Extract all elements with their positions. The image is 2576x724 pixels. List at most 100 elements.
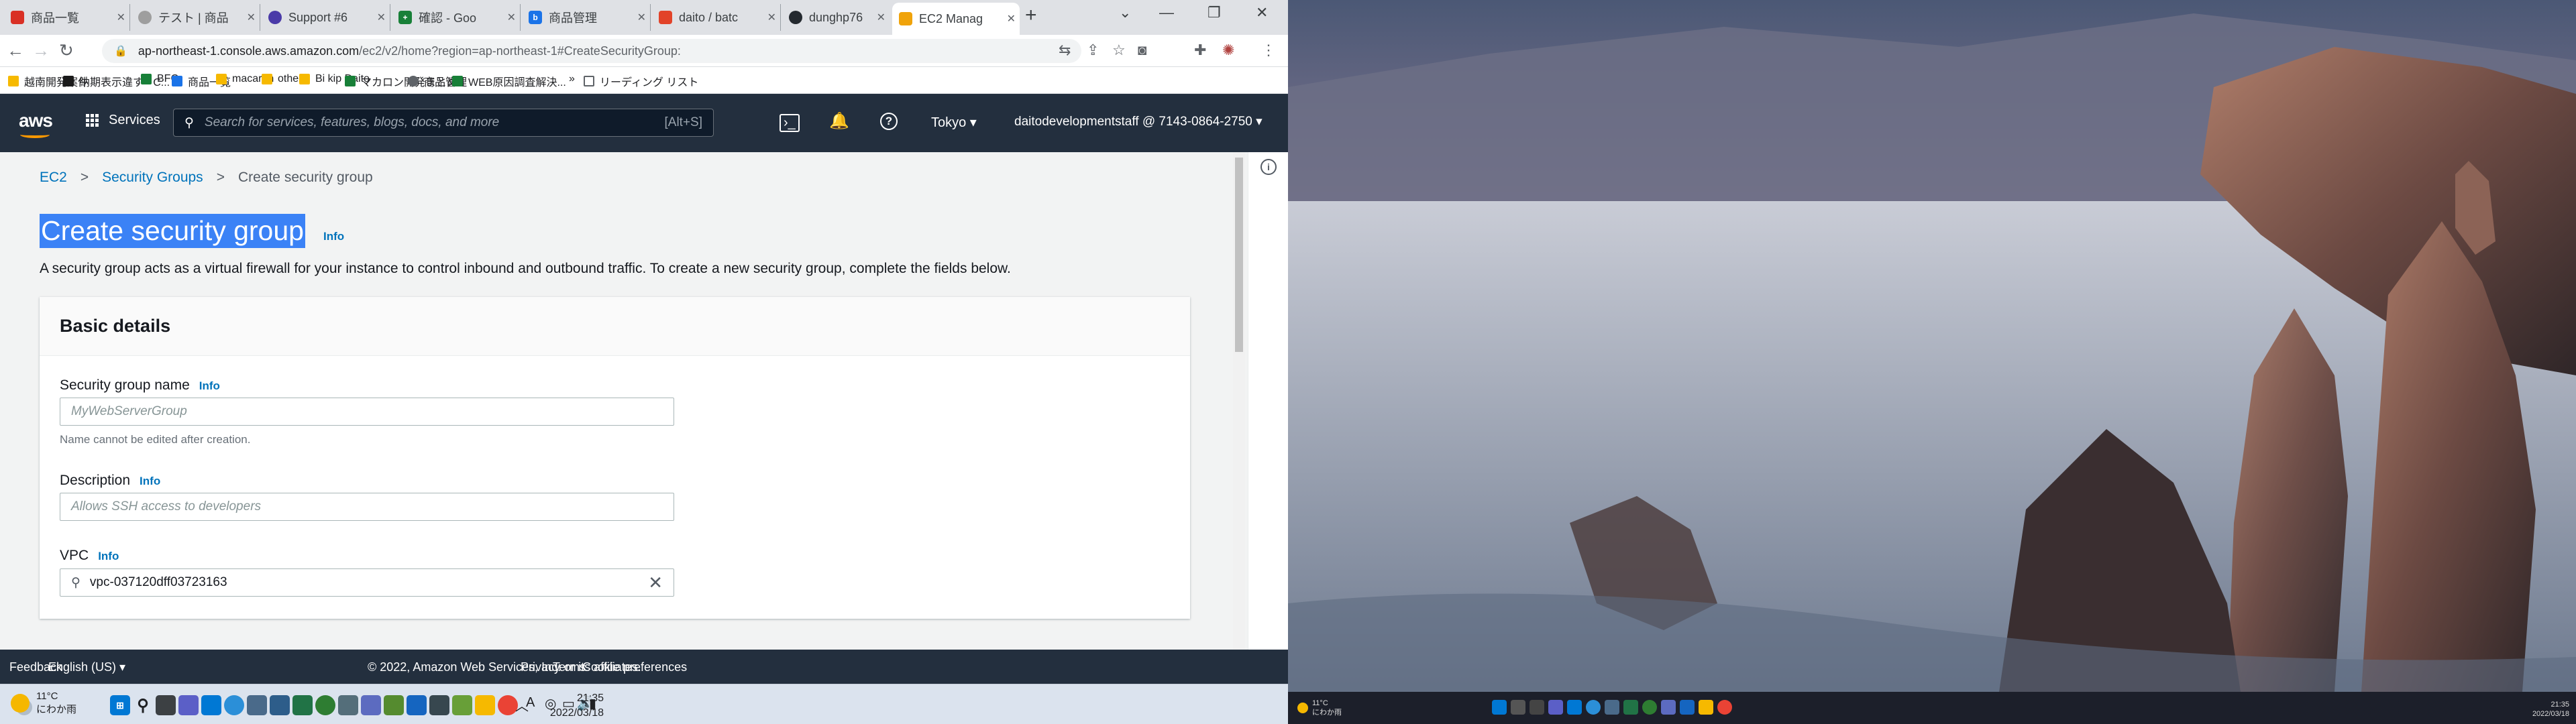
content-panel: EC2 > Security Groups > Create security … <box>0 152 1233 650</box>
close-tab-icon[interactable]: ✕ <box>247 11 256 24</box>
vpc-info-link[interactable]: Info <box>98 550 119 562</box>
weather-widget-secondary[interactable]: 11°C にわか雨 <box>1297 699 1342 718</box>
console-search-input[interactable]: ⚲ Search for services, features, blogs, d… <box>173 109 714 137</box>
file-explorer-icon[interactable] <box>475 695 495 715</box>
app-icon[interactable] <box>1605 700 1619 715</box>
app-icon[interactable] <box>361 695 381 715</box>
file-explorer-icon[interactable] <box>1699 700 1713 715</box>
security-group-name-input[interactable]: MyWebServerGroup <box>60 398 674 426</box>
lock-icon[interactable]: 🔒 <box>114 44 127 58</box>
tab-6[interactable]: daito / batc ✕ <box>652 4 781 31</box>
description-input[interactable]: Allows SSH access to developers <box>60 493 674 521</box>
app-icon[interactable] <box>429 695 449 715</box>
minimize-icon[interactable]: — <box>1159 4 1174 21</box>
restore-icon[interactable]: ❐ <box>1208 4 1221 21</box>
reload-icon[interactable]: ↻ <box>59 40 74 61</box>
description-info-link[interactable]: Info <box>140 475 160 487</box>
forward-icon[interactable]: → <box>32 40 50 61</box>
excel-icon[interactable] <box>292 695 313 715</box>
services-menu-button[interactable]: Services <box>86 113 160 128</box>
chat-teams-icon[interactable] <box>178 695 199 715</box>
tab-4[interactable]: + 確認 - Goo ✕ <box>392 4 521 31</box>
translate-icon[interactable]: ⇆ <box>1059 42 1071 59</box>
tab-search-icon[interactable]: ⌄ <box>1119 4 1131 21</box>
tab-2[interactable]: テスト | 商品 ✕ <box>131 4 260 31</box>
menu-kebab-icon[interactable]: ⋮ <box>1261 42 1276 59</box>
url-host: ap-northeast-1.console.aws.amazon.com <box>138 44 360 58</box>
bookmark-6[interactable]: other <box>262 73 302 85</box>
sheets-icon: + <box>398 11 412 24</box>
edge-browser-icon[interactable] <box>224 695 244 715</box>
close-tab-icon[interactable]: ✕ <box>877 11 885 24</box>
bookmark-10[interactable]: WEB原因調査解決... <box>452 73 566 89</box>
excel-icon[interactable] <box>1623 700 1638 715</box>
start-windows-icon[interactable]: ⊞ <box>110 695 130 715</box>
close-tab-icon[interactable]: ✕ <box>507 11 516 24</box>
reading-list-button[interactable]: リーディング リスト <box>584 73 698 89</box>
secondary-clock[interactable]: 21:35 2022/03/18 <box>2532 700 2569 719</box>
app-icon[interactable] <box>384 695 404 715</box>
maps-pin-icon[interactable] <box>407 695 427 715</box>
app-icon[interactable] <box>338 695 358 715</box>
weather-widget[interactable]: 11°C にわか雨 <box>11 690 76 716</box>
edge-browser-icon[interactable] <box>1586 700 1601 715</box>
camera-extension-icon[interactable]: ◙ <box>1138 42 1146 59</box>
close-tab-icon[interactable]: ✕ <box>1007 12 1016 25</box>
cloudshell-icon[interactable]: ›_ <box>780 114 800 132</box>
clear-icon[interactable]: ✕ <box>648 572 663 593</box>
breadcrumb-security-groups-link[interactable]: Security Groups <box>102 170 203 186</box>
app-icon[interactable] <box>270 695 290 715</box>
tab-7[interactable]: dunghp76 ✕ <box>782 4 890 31</box>
vscode-icon[interactable] <box>1567 700 1582 715</box>
region-selector[interactable]: Tokyo ▾ <box>931 114 977 131</box>
app-icon[interactable] <box>1661 700 1676 715</box>
share-icon[interactable]: ⇪ <box>1087 42 1099 59</box>
extensions-icon[interactable]: ✚ <box>1194 42 1206 59</box>
aws-logo[interactable]: aws <box>19 110 53 138</box>
vscode-icon[interactable] <box>201 695 221 715</box>
task-view-icon[interactable] <box>156 695 176 715</box>
maps-pin-icon[interactable] <box>1680 700 1695 715</box>
ime-indicator[interactable]: A <box>526 695 535 711</box>
tab-1[interactable]: 商品一覧 ✕ <box>4 4 130 31</box>
clock-time: 21:35 <box>576 692 604 704</box>
search-icon[interactable] <box>1511 700 1525 715</box>
terms-link[interactable]: Terms <box>553 660 586 674</box>
app-icon[interactable] <box>1642 700 1657 715</box>
url-field[interactable]: 🔒 ap-northeast-1.console.aws.amazon.com /… <box>102 39 1081 63</box>
task-view-icon[interactable] <box>1529 700 1544 715</box>
start-windows-icon[interactable] <box>1492 700 1507 715</box>
help-icon[interactable]: ? <box>880 113 898 130</box>
page-scrollbar[interactable] <box>1233 152 1245 650</box>
close-tab-icon[interactable]: ✕ <box>637 11 646 24</box>
breadcrumb-ec2-link[interactable]: EC2 <box>40 170 67 186</box>
close-tab-icon[interactable]: ✕ <box>117 11 125 24</box>
scrollbar-thumb[interactable] <box>1235 158 1243 352</box>
back-icon[interactable]: ← <box>7 40 24 61</box>
tab-5[interactable]: b 商品管理 ✕ <box>522 4 651 31</box>
window-close-icon[interactable]: ✕ <box>1256 4 1268 21</box>
app-icon[interactable] <box>247 695 267 715</box>
new-tab-icon[interactable]: + <box>1025 5 1037 25</box>
more-bookmarks-button[interactable]: » <box>569 73 575 85</box>
app-icon[interactable] <box>452 695 472 715</box>
name-info-link[interactable]: Info <box>199 379 220 392</box>
app-icon[interactable] <box>315 695 335 715</box>
account-menu[interactable]: daitodevelopmentstaff @ 7143-0864-2750 ▾ <box>1014 114 1263 129</box>
close-tab-icon[interactable]: ✕ <box>767 11 776 24</box>
chrome-icon[interactable] <box>1717 700 1732 715</box>
bookmark-star-icon[interactable]: ☆ <box>1112 42 1126 59</box>
tab-3[interactable]: Support #6 ✕ <box>262 4 390 31</box>
cookie-preferences-link[interactable]: Cookie preferences <box>582 660 687 674</box>
close-tab-icon[interactable]: ✕ <box>377 11 386 24</box>
profile-avatar-icon[interactable]: ✺ <box>1222 42 1234 59</box>
title-info-link[interactable]: Info <box>323 230 344 243</box>
chat-teams-icon[interactable] <box>1548 700 1563 715</box>
tab-8-active[interactable]: EC2 Manag ✕ <box>892 3 1020 35</box>
language-selector[interactable]: English (US) ▾ <box>48 660 125 674</box>
notifications-bell-icon[interactable]: 🔔 <box>829 111 849 131</box>
search-icon[interactable]: ⚲ <box>133 695 153 715</box>
info-panel-icon[interactable]: i <box>1260 159 1277 175</box>
vpc-select-input[interactable]: ⚲ vpc-037120dff03723163 ✕ <box>60 568 674 597</box>
system-clock[interactable]: 21:35 2022/03/18 <box>550 691 604 721</box>
